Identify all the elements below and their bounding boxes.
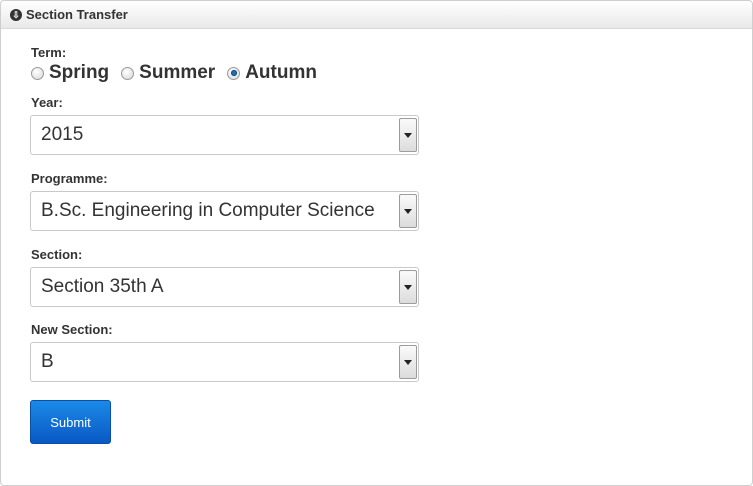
chevron-down-icon[interactable] bbox=[399, 118, 417, 152]
year-select[interactable]: 2015 bbox=[30, 115, 419, 155]
year-select-value: 2015 bbox=[41, 124, 84, 145]
programme-select[interactable]: B.Sc. Engineering in Computer Science bbox=[30, 191, 419, 231]
chevron-down-icon[interactable] bbox=[399, 345, 417, 379]
collapse-arrow-icon[interactable]: ⇩ bbox=[10, 8, 22, 21]
radio-summer-label[interactable]: Summer bbox=[139, 62, 215, 84]
radio-spring[interactable] bbox=[31, 66, 44, 80]
chevron-down-icon[interactable] bbox=[399, 270, 417, 304]
programme-label: Programme: bbox=[31, 171, 108, 186]
section-select-value: Section 35th A bbox=[41, 276, 164, 297]
new-section-label: New Section: bbox=[31, 322, 113, 337]
new-section-select[interactable]: B bbox=[30, 342, 419, 382]
programme-select-value: B.Sc. Engineering in Computer Science bbox=[41, 200, 375, 221]
term-option-autumn[interactable]: Autumn bbox=[227, 62, 317, 84]
section-label: Section: bbox=[31, 247, 83, 262]
submit-button[interactable]: Submit bbox=[30, 400, 111, 444]
radio-summer[interactable] bbox=[121, 66, 135, 80]
panel-header[interactable]: ⇩ Section Transfer bbox=[1, 1, 752, 29]
term-label: Term: bbox=[31, 45, 67, 60]
term-radio-group: Spring Summer Autumn bbox=[31, 62, 329, 84]
panel-title: Section Transfer bbox=[26, 7, 128, 22]
radio-autumn[interactable] bbox=[227, 66, 241, 80]
section-select[interactable]: Section 35th A bbox=[30, 267, 419, 307]
radio-autumn-label[interactable]: Autumn bbox=[245, 62, 317, 84]
chevron-down-icon[interactable] bbox=[399, 194, 417, 228]
term-option-spring[interactable]: Spring bbox=[31, 62, 109, 84]
year-label: Year: bbox=[31, 95, 63, 110]
new-section-select-value: B bbox=[41, 351, 54, 372]
radio-spring-label[interactable]: Spring bbox=[49, 62, 109, 84]
term-option-summer[interactable]: Summer bbox=[121, 62, 215, 84]
